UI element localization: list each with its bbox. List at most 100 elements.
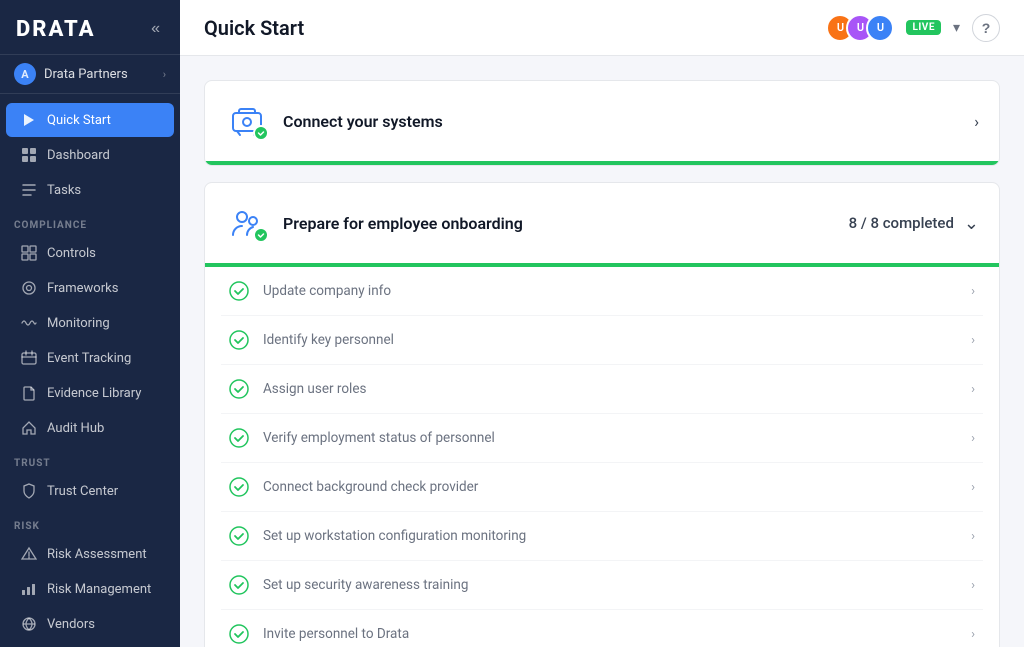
monitoring-icon <box>20 314 38 332</box>
evidence-library-icon <box>20 384 38 402</box>
tasks-icon <box>20 181 38 199</box>
task-list: Update company info › Identify key perso… <box>205 267 999 647</box>
card-header-left: Connect your systems <box>225 99 443 143</box>
logo-text: DRATA <box>16 17 95 42</box>
sidebar-item-label: Event Tracking <box>47 351 131 366</box>
employee-onboarding-collapse-button[interactable]: ⌄ <box>964 213 979 234</box>
sidebar-item-dashboard[interactable]: Dashboard <box>6 138 174 172</box>
task-chevron-icon: › <box>971 284 975 299</box>
sidebar-navigation: Quick Start Dashboard Tasks COMPLI <box>0 94 180 647</box>
task-label: Assign user roles <box>263 381 963 397</box>
employee-icon <box>229 205 265 241</box>
sidebar-item-label: Vendors <box>47 617 95 632</box>
sidebar-item-quick-start[interactable]: Quick Start <box>6 103 174 137</box>
connect-systems-card: Connect your systems › <box>204 80 1000 166</box>
sidebar-item-frameworks[interactable]: Frameworks <box>6 271 174 305</box>
completion-count: 8 / 8 completed <box>849 214 954 232</box>
task-item-security-training[interactable]: Set up security awareness training › <box>221 561 983 610</box>
employee-complete-badge <box>253 227 269 243</box>
task-label: Set up workstation configuration monitor… <box>263 528 963 544</box>
sidebar-item-event-tracking[interactable]: Event Tracking <box>6 341 174 375</box>
header-dropdown-button[interactable]: ▾ <box>953 19 960 36</box>
task-check-icon <box>229 330 249 350</box>
task-check-icon <box>229 624 249 644</box>
card-right: 8 / 8 completed ⌄ <box>849 213 979 234</box>
sidebar-item-tasks[interactable]: Tasks <box>6 173 174 207</box>
task-item-background-check[interactable]: Connect background check provider › <box>221 463 983 512</box>
risk-management-icon <box>20 580 38 598</box>
org-switcher[interactable]: A Drata Partners › <box>0 54 180 94</box>
task-label: Set up security awareness training <box>263 577 963 593</box>
sidebar-item-label: Risk Assessment <box>47 547 147 562</box>
employee-onboarding-card: Prepare for employee onboarding 8 / 8 co… <box>204 182 1000 647</box>
task-label: Update company info <box>263 283 963 299</box>
employee-onboarding-icon-wrap <box>225 201 269 245</box>
task-check-icon <box>229 428 249 448</box>
sidebar-item-label: Trust Center <box>47 484 118 499</box>
controls-icon <box>20 244 38 262</box>
frameworks-icon <box>20 279 38 297</box>
task-check-icon <box>229 281 249 301</box>
risk-assessment-icon <box>20 545 38 563</box>
task-label: Verify employment status of personnel <box>263 430 963 446</box>
sidebar-item-label: Dashboard <box>47 148 110 163</box>
audit-hub-icon <box>20 419 38 437</box>
org-icon: A <box>14 63 36 85</box>
connect-complete-badge <box>253 125 269 141</box>
task-item-identify-key-personnel[interactable]: Identify key personnel › <box>221 316 983 365</box>
help-button[interactable]: ? <box>972 14 1000 42</box>
sidebar-item-assets[interactable]: Assets <box>6 642 174 647</box>
main-area: Quick Start U U U LIVE ▾ ? <box>180 0 1024 647</box>
risk-section-label: RISK <box>0 509 180 536</box>
header-right-area: U U U LIVE ▾ ? <box>826 14 1000 42</box>
sidebar-item-audit-hub[interactable]: Audit Hub <box>6 411 174 445</box>
sidebar-item-label: Quick Start <box>47 113 111 128</box>
sidebar-item-trust-center[interactable]: Trust Center <box>6 474 174 508</box>
task-chevron-icon: › <box>971 627 975 642</box>
sidebar-item-vendors[interactable]: Vendors <box>6 607 174 641</box>
task-item-invite-personnel[interactable]: Invite personnel to Drata › <box>221 610 983 647</box>
sidebar-collapse-button[interactable]: « <box>147 16 164 42</box>
sidebar-item-risk-assessment[interactable]: Risk Assessment <box>6 537 174 571</box>
card-progress-bar <box>205 161 999 165</box>
task-item-assign-user-roles[interactable]: Assign user roles › <box>221 365 983 414</box>
task-chevron-icon: › <box>971 431 975 446</box>
event-tracking-icon <box>20 349 38 367</box>
task-item-verify-employment[interactable]: Verify employment status of personnel › <box>221 414 983 463</box>
avatar: U <box>866 14 894 42</box>
connect-systems-chevron-icon: › <box>974 112 979 131</box>
quick-start-icon <box>20 111 38 129</box>
task-chevron-icon: › <box>971 578 975 593</box>
vendors-icon <box>20 615 38 633</box>
task-label: Invite personnel to Drata <box>263 626 963 642</box>
task-chevron-icon: › <box>971 480 975 495</box>
task-item-workstation-monitoring[interactable]: Set up workstation configuration monitor… <box>221 512 983 561</box>
task-check-icon <box>229 526 249 546</box>
sidebar-item-evidence-library[interactable]: Evidence Library <box>6 376 174 410</box>
compliance-section-label: COMPLIANCE <box>0 208 180 235</box>
page-title: Quick Start <box>204 16 304 40</box>
user-avatars: U U U <box>826 14 894 42</box>
employee-onboarding-card-header[interactable]: Prepare for employee onboarding 8 / 8 co… <box>205 183 999 263</box>
dashboard-icon <box>20 146 38 164</box>
task-item-update-company-info[interactable]: Update company info › <box>221 267 983 316</box>
systems-icon <box>229 103 265 139</box>
sidebar-item-label: Audit Hub <box>47 421 104 436</box>
card-right: › <box>966 112 979 131</box>
sidebar-item-controls[interactable]: Controls <box>6 236 174 270</box>
task-check-icon <box>229 477 249 497</box>
trust-center-icon <box>20 482 38 500</box>
sidebar-item-monitoring[interactable]: Monitoring <box>6 306 174 340</box>
task-chevron-icon: › <box>971 333 975 348</box>
employee-onboarding-title: Prepare for employee onboarding <box>283 214 523 233</box>
task-label: Identify key personnel <box>263 332 963 348</box>
sidebar-item-risk-management[interactable]: Risk Management <box>6 572 174 606</box>
connect-systems-card-header[interactable]: Connect your systems › <box>205 81 999 161</box>
connect-systems-icon-wrap <box>225 99 269 143</box>
task-check-icon <box>229 575 249 595</box>
sidebar: DRATA « A Drata Partners › Quick Start <box>0 0 180 647</box>
card-header-left: Prepare for employee onboarding <box>225 201 523 245</box>
sidebar-logo-area: DRATA « <box>0 0 180 54</box>
connect-systems-title: Connect your systems <box>283 112 443 131</box>
org-name: Drata Partners <box>44 67 128 82</box>
